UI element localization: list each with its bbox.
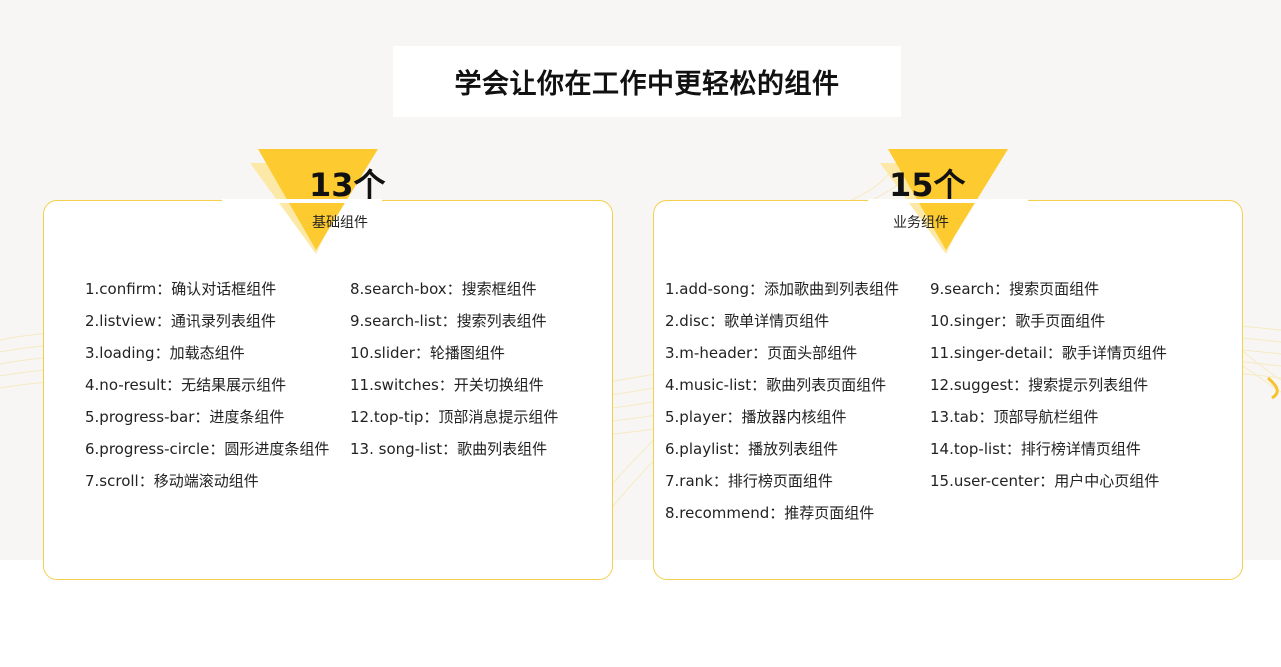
business-list-column-2: 9.search：搜索页面组件 10.singer：歌手页面组件 11.singer… [930, 273, 1167, 497]
list-item: 11.switches：开关切换组件 [350, 376, 544, 394]
list-item: 6.progress-circle：圆形进度条组件 [85, 440, 330, 458]
list-item: 6.playlist：播放列表组件 [665, 440, 839, 458]
list-item: 5.player：播放器内核组件 [665, 408, 847, 426]
list-item: 11.singer-detail：歌手详情页组件 [930, 344, 1167, 362]
business-label: 业务组件 [893, 215, 949, 231]
business-count: 15个 [889, 166, 966, 204]
section-title: 学会让你在工作中更轻松的组件 [454, 69, 840, 100]
list-item: 8.search-box：搜索框组件 [350, 280, 537, 298]
list-item: 8.recommend：推荐页面组件 [665, 504, 875, 522]
list-item: 4.music-list：歌曲列表页面组件 [665, 376, 887, 394]
list-item: 9.search：搜索页面组件 [930, 280, 1100, 298]
list-item: 2.disc：歌单详情页组件 [665, 312, 830, 330]
list-item: 10.singer：歌手页面组件 [930, 312, 1106, 330]
list-item: 12.top-tip：顶部消息提示组件 [350, 408, 559, 426]
list-item: 2.listview：通讯录列表组件 [85, 312, 276, 330]
list-item: 3.loading：加载态组件 [85, 344, 245, 362]
list-item: 7.rank：排行榜页面组件 [665, 472, 833, 490]
basic-list-column-1: 1.confirm：确认对话框组件 2.listview：通讯录列表组件 3.loa… [85, 273, 329, 497]
list-item: 3.m-header：页面头部组件 [665, 344, 858, 362]
list-item: 7.scroll：移动端滚动组件 [85, 472, 259, 490]
list-item: 14.top-list：排行榜详情页组件 [930, 440, 1141, 458]
list-item: 1.confirm：确认对话框组件 [85, 280, 277, 298]
list-item: 5.progress-bar：进度条组件 [85, 408, 285, 426]
list-item: 15.user-center：用户中心页组件 [930, 472, 1160, 490]
list-item: 13. song-list：歌曲列表组件 [350, 440, 548, 458]
list-item: 9.search-list：搜索列表组件 [350, 312, 547, 330]
list-item: 12.suggest：搜索提示列表组件 [930, 376, 1149, 394]
list-item: 10.slider：轮播图组件 [350, 344, 505, 362]
list-item: 13.tab：顶部导航栏组件 [930, 408, 1099, 426]
list-item: 1.add-song：添加歌曲到列表组件 [665, 280, 899, 298]
list-item: 4.no-result：无结果展示组件 [85, 376, 287, 394]
section-title-box: 学会让你在工作中更轻松的组件 [393, 46, 901, 117]
basic-count: 13个 [309, 166, 386, 204]
business-list-column-1: 1.add-song：添加歌曲到列表组件 2.disc：歌单详情页组件 3.m-he… [665, 273, 899, 529]
basic-list-column-2: 8.search-box：搜索框组件 9.search-list：搜索列表组件 10… [350, 273, 558, 465]
basic-label: 基础组件 [312, 215, 368, 231]
